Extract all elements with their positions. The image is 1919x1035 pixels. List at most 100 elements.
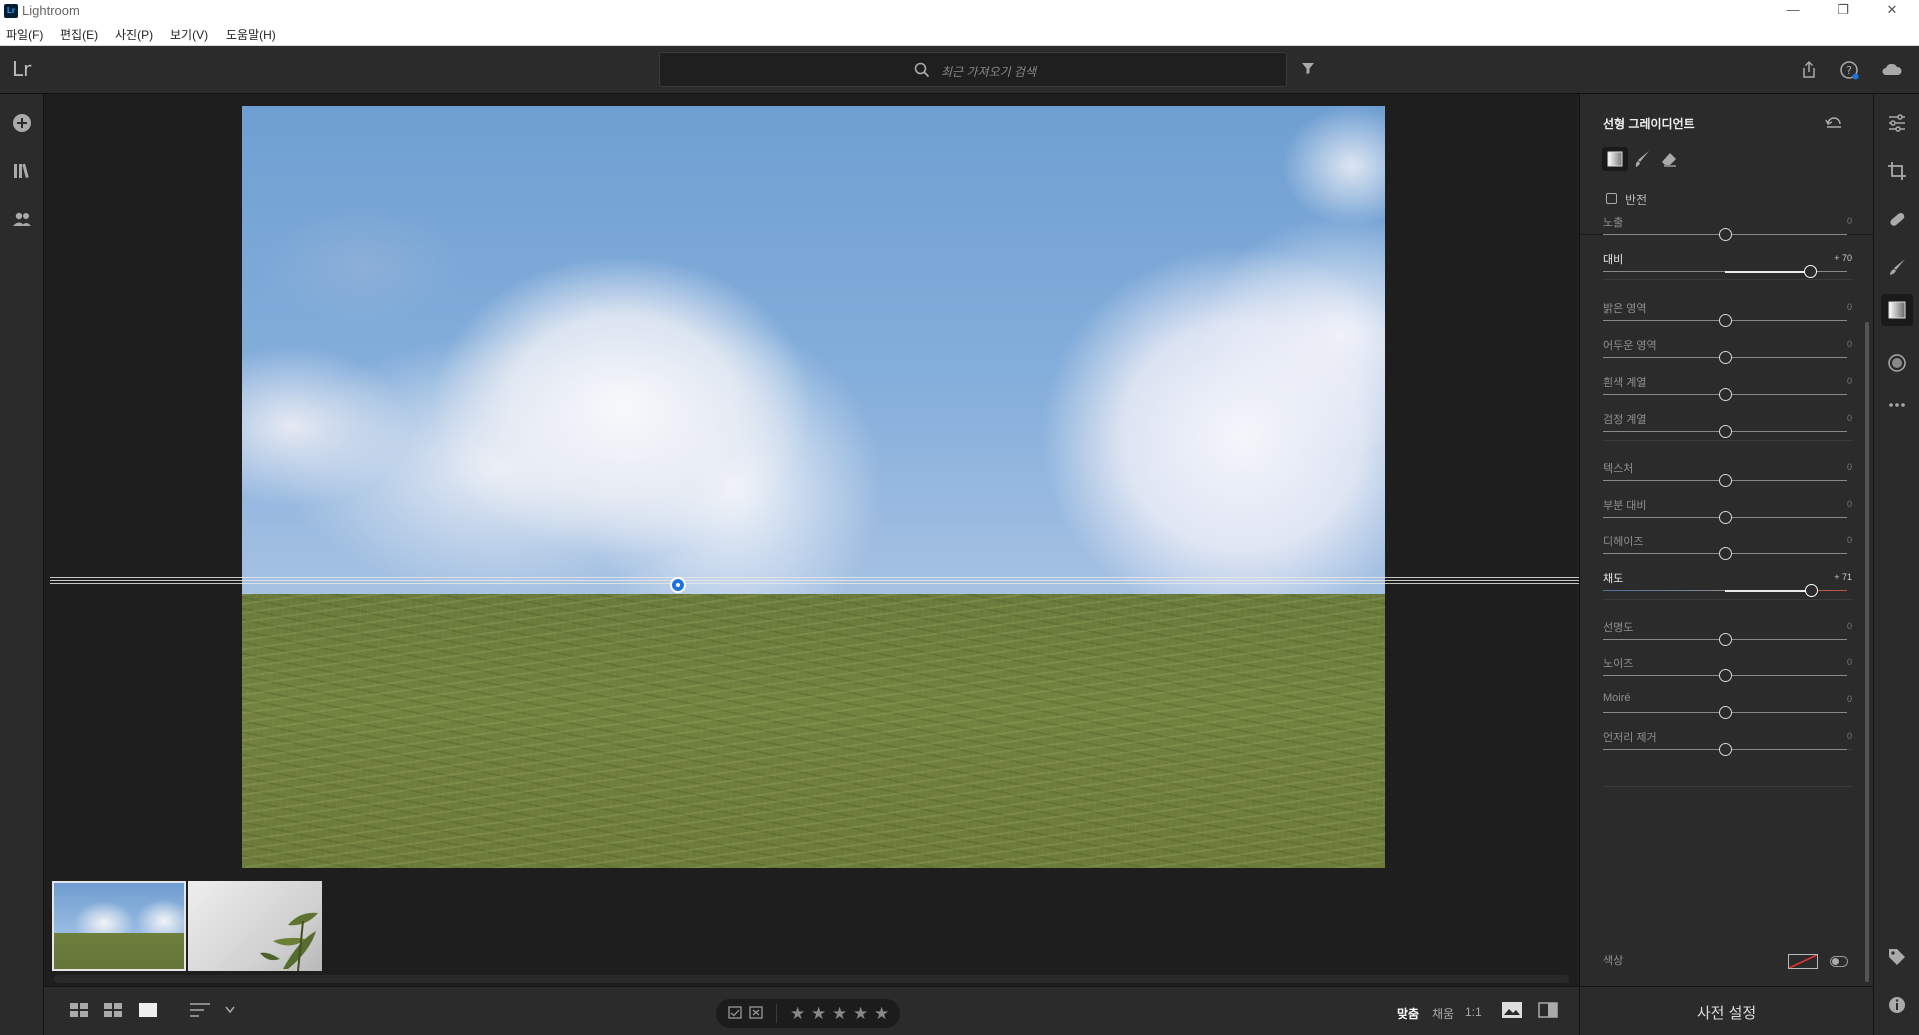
show-original-icon[interactable] xyxy=(1502,1002,1522,1018)
slider-fill xyxy=(1725,271,1811,273)
chevron-down-icon[interactable] xyxy=(225,1006,235,1014)
slider-label: 어두운 영역 xyxy=(1603,340,1657,352)
slider-label: 노출 xyxy=(1603,217,1624,229)
slider-knob[interactable] xyxy=(1718,547,1732,560)
star-3[interactable]: ★ xyxy=(832,1004,847,1024)
slider-value: 0 xyxy=(1846,621,1852,631)
menu-file[interactable]: 파일(F) xyxy=(6,26,43,43)
detail-view-icon[interactable] xyxy=(139,1003,157,1017)
more-icon[interactable] xyxy=(1886,394,1908,416)
radial-gradient-icon[interactable] xyxy=(1886,352,1908,374)
photo-sky-region xyxy=(242,106,1385,596)
linear-gradient-rail-button[interactable] xyxy=(1881,294,1913,326)
menu-view[interactable]: 보기(V) xyxy=(170,26,208,43)
slider-knob[interactable] xyxy=(1718,314,1732,327)
star-4[interactable]: ★ xyxy=(853,1004,868,1024)
slider-value: 0 xyxy=(1846,376,1852,386)
linear-gradient-guides[interactable] xyxy=(50,577,1579,585)
slider-value: 0 xyxy=(1846,413,1852,423)
restore-button[interactable]: ❐ xyxy=(1820,0,1866,22)
slider-knob[interactable] xyxy=(1718,743,1732,756)
slider-knob[interactable] xyxy=(1805,584,1819,597)
info-icon[interactable] xyxy=(1886,994,1908,1016)
slider-knob[interactable] xyxy=(1718,228,1732,241)
menu-bar: 파일(F) 편집(E) 사진(P) 보기(V) 도움말(H) xyxy=(0,22,1919,46)
slider-knob[interactable] xyxy=(1718,633,1732,646)
invert-checkbox[interactable] xyxy=(1606,193,1617,204)
cloud-sync-icon[interactable] xyxy=(1880,58,1904,82)
linear-gradient-icon xyxy=(1888,301,1906,319)
sort-icon[interactable] xyxy=(190,1003,212,1017)
slider-knob[interactable] xyxy=(1803,265,1817,278)
pick-flag-icon[interactable] xyxy=(728,1006,743,1021)
star-2[interactable]: ★ xyxy=(811,1004,826,1024)
gradient-tool-icon xyxy=(1607,151,1623,167)
title-bar: Lr Lightroom — ❐ ✕ xyxy=(0,0,1919,22)
slider-knob[interactable] xyxy=(1718,511,1732,524)
slider-knob[interactable] xyxy=(1718,425,1732,438)
tag-icon[interactable] xyxy=(1886,946,1908,968)
people-icon[interactable] xyxy=(11,208,33,230)
panel-scrollbar[interactable] xyxy=(1865,322,1869,982)
slider-label: 부분 대비 xyxy=(1603,500,1647,512)
slider-knob[interactable] xyxy=(1718,706,1732,719)
crop-icon[interactable] xyxy=(1886,160,1908,182)
healing-icon[interactable] xyxy=(1886,208,1908,230)
brush-rail-icon[interactable] xyxy=(1886,256,1908,278)
search-input[interactable]: 최근 가져오기 검색 xyxy=(659,52,1287,87)
color-toggle-icon[interactable] xyxy=(1830,956,1848,967)
close-button[interactable]: ✕ xyxy=(1869,0,1915,22)
thumbnail-leaf[interactable] xyxy=(188,881,322,971)
edit-sliders-icon[interactable] xyxy=(1886,112,1908,134)
slider-value: 0 xyxy=(1846,339,1852,349)
masking-panel: 선형 그레이디언트 반전 노출 0 대비 + 70 밝은 영역 0 어두운 영역 0 흰색 계열… xyxy=(1579,94,1873,986)
presets-button[interactable]: 사전 설정 xyxy=(1580,1002,1873,1023)
slider-label: 노이즈 xyxy=(1603,658,1634,670)
slider-value: 0 xyxy=(1846,499,1852,509)
compare-view-icon[interactable] xyxy=(1538,1002,1558,1018)
add-photos-icon[interactable] xyxy=(11,112,33,134)
menu-photo[interactable]: 사진(P) xyxy=(115,26,153,43)
search-icon xyxy=(914,62,930,78)
gradient-tool-button[interactable] xyxy=(1602,147,1628,171)
presets-bar[interactable]: 사전 설정 xyxy=(1579,986,1873,1035)
thumbnail-sky-grass[interactable] xyxy=(52,881,186,971)
reject-flag-icon[interactable] xyxy=(749,1006,764,1021)
star-1[interactable]: ★ xyxy=(790,1004,805,1024)
reset-icon[interactable] xyxy=(1825,114,1843,128)
menu-help[interactable]: 도움말(H) xyxy=(226,26,276,43)
filmstrip-scrollbar[interactable] xyxy=(54,975,1569,983)
slider-knob[interactable] xyxy=(1718,388,1732,401)
slider-value: 0 xyxy=(1846,731,1852,741)
slider-value: 0 xyxy=(1846,462,1852,472)
flag-rating-group: ★ ★ ★ ★ ★ xyxy=(716,999,900,1028)
photo-grid-view-icon[interactable] xyxy=(104,1003,122,1017)
edit-tools-rail xyxy=(1873,94,1919,1035)
panel-title: 선형 그레이디언트 xyxy=(1603,117,1695,131)
filmstrip xyxy=(44,871,1579,986)
slider-label: 채도 xyxy=(1603,573,1624,585)
brush-tool-button[interactable] xyxy=(1630,147,1656,171)
minimize-button[interactable]: — xyxy=(1770,0,1816,22)
zoom-1to1-button[interactable]: 1:1 xyxy=(1465,1005,1482,1019)
square-grid-view-icon[interactable] xyxy=(70,1003,88,1017)
slider-label: Moiré xyxy=(1603,692,1631,704)
slider-knob[interactable] xyxy=(1718,669,1732,682)
share-icon[interactable] xyxy=(1797,58,1821,82)
star-5[interactable]: ★ xyxy=(874,1004,889,1024)
color-swatch[interactable] xyxy=(1788,954,1818,969)
zoom-fit-button[interactable]: 맞춤 xyxy=(1397,1005,1419,1022)
eraser-icon xyxy=(1662,153,1676,167)
edited-photo[interactable] xyxy=(242,106,1385,868)
eraser-tool-button[interactable] xyxy=(1656,147,1682,171)
slider-knob[interactable] xyxy=(1718,474,1732,487)
library-icon[interactable] xyxy=(11,160,33,182)
gradient-pin[interactable] xyxy=(670,577,686,593)
photo-canvas[interactable] xyxy=(50,94,1579,871)
search-placeholder: 최근 가져오기 검색 xyxy=(941,65,1036,79)
filter-icon[interactable] xyxy=(1300,60,1316,76)
help-icon[interactable]: ? xyxy=(1837,58,1861,82)
zoom-fill-button[interactable]: 채움 xyxy=(1432,1005,1454,1022)
slider-knob[interactable] xyxy=(1718,351,1732,364)
menu-edit[interactable]: 편집(E) xyxy=(60,26,98,43)
